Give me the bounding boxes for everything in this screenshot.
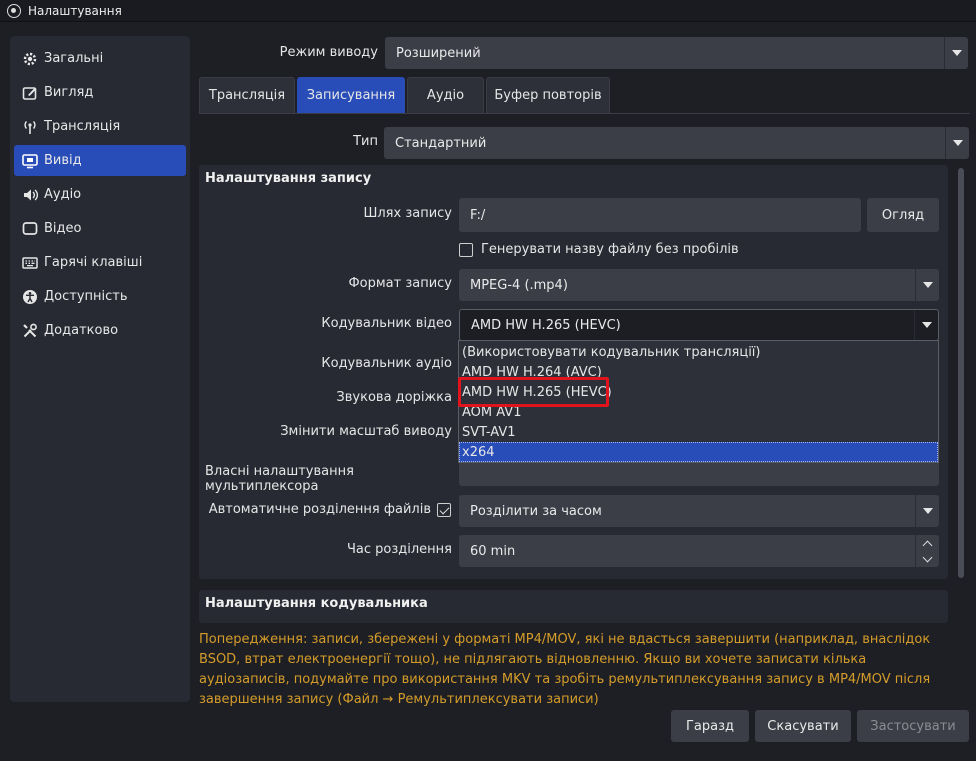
apply-button[interactable]: Застосувати [857,710,969,742]
dropdown-option-selected[interactable]: x264 [459,442,938,462]
sidebar-item-broadcast[interactable]: Трансляція [14,111,186,142]
encoder-settings-title: Налаштування кодувальника [205,596,428,611]
split-time-label: Час розділення [346,542,452,557]
split-time-value: 60 min [470,543,516,559]
no-spaces-label: Генерувати назву файлу без пробілів [481,242,739,257]
sidebar-item-appearance[interactable]: Вигляд [14,77,186,108]
scrollbar-thumb[interactable] [958,168,964,578]
type-value: Стандартний [395,135,487,151]
chevron-down-icon [915,495,939,527]
chevron-down-icon [915,269,939,301]
path-label: Шлях запису [363,206,452,221]
tab-audio[interactable]: Аудіо [407,77,484,113]
sidebar-item-label: Вивід [44,153,82,168]
sidebar-item-label: Загальні [44,51,104,66]
dropdown-option[interactable]: (Використовувати кодувальник трансляції) [459,342,938,362]
mp4-warning-text: Попередження: записи, збережені у формат… [199,632,931,707]
sidebar-item-video[interactable]: Відео [14,213,186,244]
obs-logo-icon [7,3,21,18]
output-mode-select[interactable]: Розширений [385,37,968,69]
sidebar-item-accessibility[interactable]: Доступність [14,281,186,312]
sidebar-item-general[interactable]: Загальні [14,43,186,74]
rescale-label: Змінити масштаб виводу [280,424,452,439]
format-select[interactable]: MPEG-4 (.mp4) [459,269,939,301]
sidebar-item-output[interactable]: Вивід [14,145,186,176]
format-value: MPEG-4 (.mp4) [470,277,568,293]
chevron-down-icon [945,127,969,159]
annotation-highlight-box [458,377,609,407]
chevron-up-icon[interactable] [922,540,933,550]
broadcast-icon [24,120,36,134]
browse-button[interactable]: Огляд [867,198,939,232]
video-encoder-select[interactable]: AMD HW H.265 (HEVC) [459,309,939,341]
sidebar-item-label: Додатково [44,323,119,338]
accessibility-icon [23,289,37,304]
sidebar-item-audio[interactable]: Аудіо [14,179,186,210]
audio-encoder-label: Кодувальник аудіо [321,356,452,371]
sidebar-item-hotkeys[interactable]: Гарячі клавіші [14,247,186,278]
sidebar-item-label: Відео [44,221,82,236]
audio-track-label: Звукова доріжка [336,390,452,405]
tab-divider [199,113,970,114]
tab-replay-buffer[interactable]: Буфер повторів [486,77,610,113]
settings-scrollbar[interactable] [957,166,965,620]
tab-recording[interactable]: Записування [297,77,405,113]
keyboard-icon [22,256,38,269]
no-spaces-checkbox[interactable] [459,243,473,257]
sidebar-item-advanced[interactable]: Додатково [14,315,186,346]
recording-settings-title: Налаштування запису [205,171,372,186]
video-encoder-label: Кодувальник відео [321,316,452,331]
format-label: Формат запису [348,276,452,291]
tab-broadcast[interactable]: Трансляція [199,77,295,113]
tools-icon [23,323,37,337]
output-icon [22,153,38,168]
spin-buttons[interactable] [915,535,939,567]
output-mode-value: Розширений [396,45,481,61]
auto-split-label: Автоматичне розділення файлів [208,502,431,517]
sidebar-item-label: Трансляція [44,119,121,134]
sidebar-item-label: Аудіо [44,187,82,202]
split-mode-select[interactable]: Розділити за часом [459,495,939,527]
ok-button[interactable]: Гаразд [671,710,749,742]
split-time-spinbox[interactable]: 60 min [459,535,939,567]
chevron-down-icon[interactable] [922,552,933,562]
type-label: Тип [353,134,378,149]
chevron-down-icon [944,37,968,69]
muxer-input[interactable] [459,462,939,486]
window-title: Налаштування [28,3,122,18]
monitor-icon [22,221,38,235]
type-select[interactable]: Стандартний [384,127,969,159]
chevron-down-icon [914,310,938,340]
split-mode-value: Розділити за часом [470,503,602,519]
sidebar-item-label: Вигляд [44,85,94,100]
output-mode-label: Режим виводу [279,45,378,60]
dropdown-option[interactable]: SVT-AV1 [459,422,938,442]
settings-sidebar: Загальні Вигляд Трансляція Вивід Аудіо В… [10,36,190,702]
recording-path-input[interactable]: F:/ [459,198,861,232]
sidebar-item-label: Доступність [44,289,128,304]
title-bar: Налаштування [0,0,976,22]
cancel-button[interactable]: Скасувати [755,710,851,742]
sidebar-item-label: Гарячі клавіші [44,255,143,270]
speaker-icon [24,188,38,201]
video-encoder-value: AMD HW H.265 (HEVC) [471,317,621,333]
auto-split-checkbox[interactable] [437,503,451,517]
gear-icon [23,52,37,65]
muxer-label: Власні налаштування мультиплексора [205,464,354,494]
appearance-icon [22,86,37,100]
